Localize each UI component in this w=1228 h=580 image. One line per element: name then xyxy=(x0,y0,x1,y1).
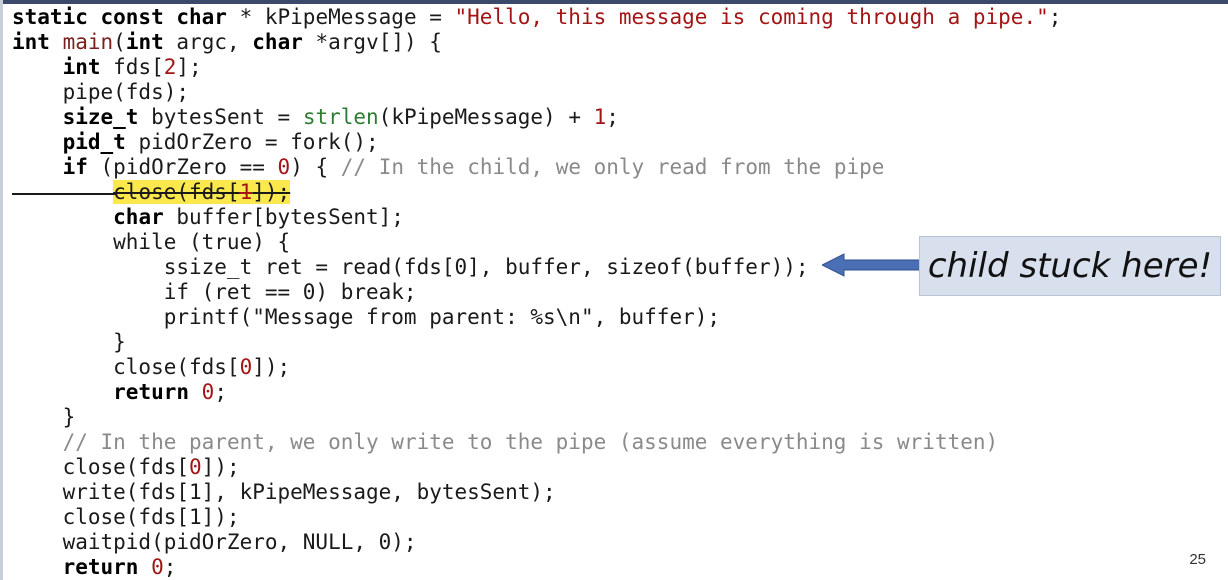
code-line: if (ret == 0) break; xyxy=(12,280,1061,305)
code-text: ]; xyxy=(176,55,202,79)
left-rule xyxy=(0,0,3,580)
code-text: printf("Message from parent: %s\n", buff… xyxy=(12,305,721,329)
code-line: close(fds[1]); xyxy=(12,180,1061,205)
code-line: printf("Message from parent: %s\n", buff… xyxy=(12,305,1061,330)
number-literal: 0 xyxy=(239,355,253,379)
code-line: } xyxy=(12,405,1061,430)
struck-code: ]); xyxy=(252,180,291,204)
code-text: close(fds[ xyxy=(12,455,190,479)
code-text: pidOrZero = fork(); xyxy=(125,130,379,154)
code-line: close(fds[1]); xyxy=(12,505,1061,530)
struck-code: close(fds[ xyxy=(113,180,240,204)
code-text: ]); xyxy=(201,455,240,479)
code-line: close(fds[0]); xyxy=(12,455,1061,480)
code-text: ; xyxy=(163,555,177,579)
code-line: // In the parent, we only write to the p… xyxy=(12,430,1061,455)
code-line: pid_t pidOrZero = fork(); xyxy=(12,130,1061,155)
code-text: while (true) { xyxy=(12,230,291,254)
function-name: main xyxy=(62,30,114,54)
code-text: ) { xyxy=(290,155,341,179)
code-text: (pidOrZero == xyxy=(87,155,278,179)
keyword: int xyxy=(12,30,50,54)
number-literal: 0 xyxy=(189,455,202,479)
code-text: close(fds[1]); xyxy=(12,505,240,529)
code-text: ; xyxy=(1048,5,1062,29)
code-text: *argv[]) { xyxy=(302,30,442,54)
code-text: write(fds[1], kPipeMessage, bytesSent); xyxy=(12,480,556,504)
code-text: if (ret == 0) break; xyxy=(12,280,417,304)
code-line: size_t bytesSent = strlen(kPipeMessage) … xyxy=(12,105,1061,130)
number-literal: 0 xyxy=(201,380,215,404)
keyword: static const char xyxy=(12,5,227,29)
keyword: size_t xyxy=(62,105,139,129)
keyword: if xyxy=(62,155,88,179)
number-literal: 0 xyxy=(151,555,164,579)
comment: // In the child, we only read from the p… xyxy=(340,155,885,179)
slide-number: 25 xyxy=(1189,551,1206,568)
code-line: } xyxy=(12,330,1061,355)
code-text: } xyxy=(12,405,76,429)
code-text: ssize_t ret = read(fds[0], buffer, sizeo… xyxy=(12,255,809,279)
code-text: ( xyxy=(113,30,126,54)
code-text: * kPipeMessage = xyxy=(226,5,455,29)
code-text: waitpid(pidOrZero, NULL, 0); xyxy=(12,530,417,554)
function-call: strlen xyxy=(302,105,379,129)
code-text: (kPipeMessage) + xyxy=(378,105,594,129)
code-text: close(fds[ xyxy=(12,355,240,379)
code-line: return 0; xyxy=(12,555,1061,580)
code-line: return 0; xyxy=(12,380,1061,405)
keyword: pid_t xyxy=(62,130,126,154)
keyword: return xyxy=(113,380,190,404)
code-text: ; xyxy=(606,105,619,129)
number-literal: 1 xyxy=(593,105,607,129)
string-literal: "Hello, this message is coming through a… xyxy=(454,5,1049,29)
keyword: return xyxy=(62,555,139,579)
code-text: argc, xyxy=(163,30,253,54)
code-line: write(fds[1], kPipeMessage, bytesSent); xyxy=(12,480,1061,505)
code-line: pipe(fds); xyxy=(12,80,1061,105)
number-literal: 0 xyxy=(277,155,291,179)
keyword: char xyxy=(113,205,164,229)
code-line: if (pidOrZero == 0) { // In the child, w… xyxy=(12,155,1061,180)
code-text: pipe(fds); xyxy=(12,80,190,104)
struck-code: 1 xyxy=(239,180,253,204)
code-line: waitpid(pidOrZero, NULL, 0); xyxy=(12,530,1061,555)
code-text: ; xyxy=(214,380,227,404)
keyword: int xyxy=(62,55,101,79)
callout-box: child stuck here! xyxy=(919,236,1221,296)
number-literal: 2 xyxy=(163,55,177,79)
top-rule xyxy=(0,0,1228,4)
code-listing: static const char * kPipeMessage = "Hell… xyxy=(12,5,1061,580)
code-text: ]); xyxy=(252,355,291,379)
slide: static const char * kPipeMessage = "Hell… xyxy=(0,0,1228,580)
strikethrough-line xyxy=(12,193,116,195)
callout-text: child stuck here! xyxy=(927,246,1213,286)
keyword: char xyxy=(252,30,303,54)
code-text: } xyxy=(12,330,126,354)
code-text: fds[ xyxy=(100,55,164,79)
left-arrow-icon xyxy=(822,253,921,277)
code-line: close(fds[0]); xyxy=(12,355,1061,380)
code-line: int fds[2]; xyxy=(12,55,1061,80)
code-text: buffer[bytesSent]; xyxy=(163,205,404,229)
keyword: int xyxy=(125,30,164,54)
code-line: static const char * kPipeMessage = "Hell… xyxy=(12,5,1061,30)
code-line: char buffer[bytesSent]; xyxy=(12,205,1061,230)
comment: // In the parent, we only write to the p… xyxy=(62,430,999,454)
code-text: bytesSent = xyxy=(138,105,303,129)
code-line: int main(int argc, char *argv[]) { xyxy=(12,30,1061,55)
arrow-shape xyxy=(822,253,921,277)
